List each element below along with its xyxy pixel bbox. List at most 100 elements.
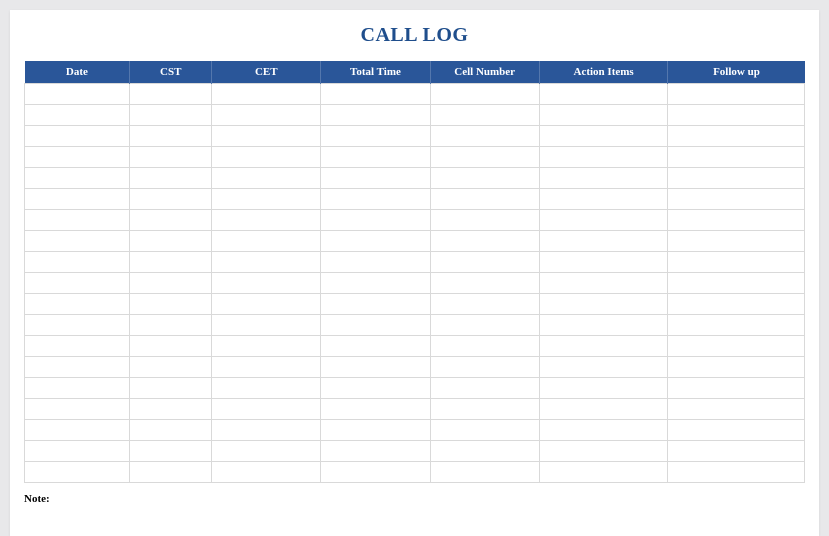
table-cell bbox=[321, 399, 430, 420]
table-cell bbox=[430, 357, 539, 378]
table-cell bbox=[539, 210, 668, 231]
table-cell bbox=[430, 315, 539, 336]
table-cell bbox=[430, 231, 539, 252]
call-log-table: Date CST CET Total Time Cell Number Acti… bbox=[24, 61, 805, 483]
table-cell bbox=[430, 462, 539, 483]
table-cell bbox=[321, 273, 430, 294]
table-cell bbox=[130, 252, 212, 273]
table-cell bbox=[539, 441, 668, 462]
table-cell bbox=[212, 441, 321, 462]
table-cell bbox=[130, 294, 212, 315]
table-cell bbox=[212, 315, 321, 336]
table-cell bbox=[130, 336, 212, 357]
table-cell bbox=[321, 189, 430, 210]
table-cell bbox=[130, 357, 212, 378]
table-cell bbox=[212, 84, 321, 105]
table-cell bbox=[212, 420, 321, 441]
table-cell bbox=[25, 336, 130, 357]
table-cell bbox=[212, 231, 321, 252]
table-cell bbox=[321, 231, 430, 252]
table-cell bbox=[130, 147, 212, 168]
table-row bbox=[25, 84, 805, 105]
table-cell bbox=[668, 231, 805, 252]
table-cell bbox=[212, 378, 321, 399]
table-cell bbox=[430, 147, 539, 168]
table-cell bbox=[668, 252, 805, 273]
col-header-follow-up: Follow up bbox=[668, 61, 805, 84]
table-cell bbox=[430, 84, 539, 105]
table-row bbox=[25, 294, 805, 315]
table-row bbox=[25, 315, 805, 336]
table-cell bbox=[130, 441, 212, 462]
table-cell bbox=[212, 399, 321, 420]
table-cell bbox=[25, 126, 130, 147]
col-header-total-time: Total Time bbox=[321, 61, 430, 84]
table-cell bbox=[668, 420, 805, 441]
table-cell bbox=[25, 378, 130, 399]
table-cell bbox=[430, 105, 539, 126]
table-cell bbox=[321, 441, 430, 462]
table-cell bbox=[212, 210, 321, 231]
table-cell bbox=[130, 315, 212, 336]
table-cell bbox=[212, 126, 321, 147]
note-label: Note: bbox=[24, 493, 805, 505]
table-row bbox=[25, 210, 805, 231]
table-row bbox=[25, 147, 805, 168]
table-row bbox=[25, 378, 805, 399]
table-cell bbox=[25, 315, 130, 336]
table-cell bbox=[668, 294, 805, 315]
table-cell bbox=[321, 84, 430, 105]
table-cell bbox=[25, 231, 130, 252]
table-cell bbox=[539, 189, 668, 210]
table-row bbox=[25, 273, 805, 294]
table-cell bbox=[539, 84, 668, 105]
table-cell bbox=[321, 420, 430, 441]
table-cell bbox=[539, 168, 668, 189]
table-cell bbox=[130, 84, 212, 105]
table-cell bbox=[130, 399, 212, 420]
table-row bbox=[25, 126, 805, 147]
table-cell bbox=[321, 210, 430, 231]
table-cell bbox=[321, 105, 430, 126]
table-cell bbox=[130, 378, 212, 399]
table-cell bbox=[25, 462, 130, 483]
table-cell bbox=[430, 252, 539, 273]
table-cell bbox=[130, 231, 212, 252]
table-cell bbox=[668, 84, 805, 105]
table-row bbox=[25, 168, 805, 189]
table-cell bbox=[212, 252, 321, 273]
table-cell bbox=[212, 357, 321, 378]
table-cell bbox=[321, 147, 430, 168]
table-cell bbox=[212, 105, 321, 126]
table-cell bbox=[130, 105, 212, 126]
table-cell bbox=[212, 147, 321, 168]
table-cell bbox=[430, 399, 539, 420]
table-row bbox=[25, 399, 805, 420]
table-cell bbox=[539, 336, 668, 357]
table-cell bbox=[321, 315, 430, 336]
table-cell bbox=[668, 441, 805, 462]
table-body bbox=[25, 84, 805, 483]
table-cell bbox=[539, 126, 668, 147]
table-cell bbox=[430, 189, 539, 210]
table-cell bbox=[668, 189, 805, 210]
table-cell bbox=[25, 399, 130, 420]
table-cell bbox=[430, 168, 539, 189]
table-cell bbox=[25, 189, 130, 210]
table-cell bbox=[25, 105, 130, 126]
table-cell bbox=[668, 168, 805, 189]
table-cell bbox=[668, 336, 805, 357]
table-cell bbox=[130, 420, 212, 441]
table-cell bbox=[539, 378, 668, 399]
col-header-cst: CST bbox=[130, 61, 212, 84]
table-cell bbox=[321, 294, 430, 315]
table-cell bbox=[25, 294, 130, 315]
page-title: CALL LOG bbox=[24, 24, 805, 47]
table-cell bbox=[321, 336, 430, 357]
table-cell bbox=[539, 315, 668, 336]
table-cell bbox=[539, 147, 668, 168]
table-cell bbox=[25, 252, 130, 273]
table-cell bbox=[668, 126, 805, 147]
table-row bbox=[25, 231, 805, 252]
table-cell bbox=[668, 147, 805, 168]
